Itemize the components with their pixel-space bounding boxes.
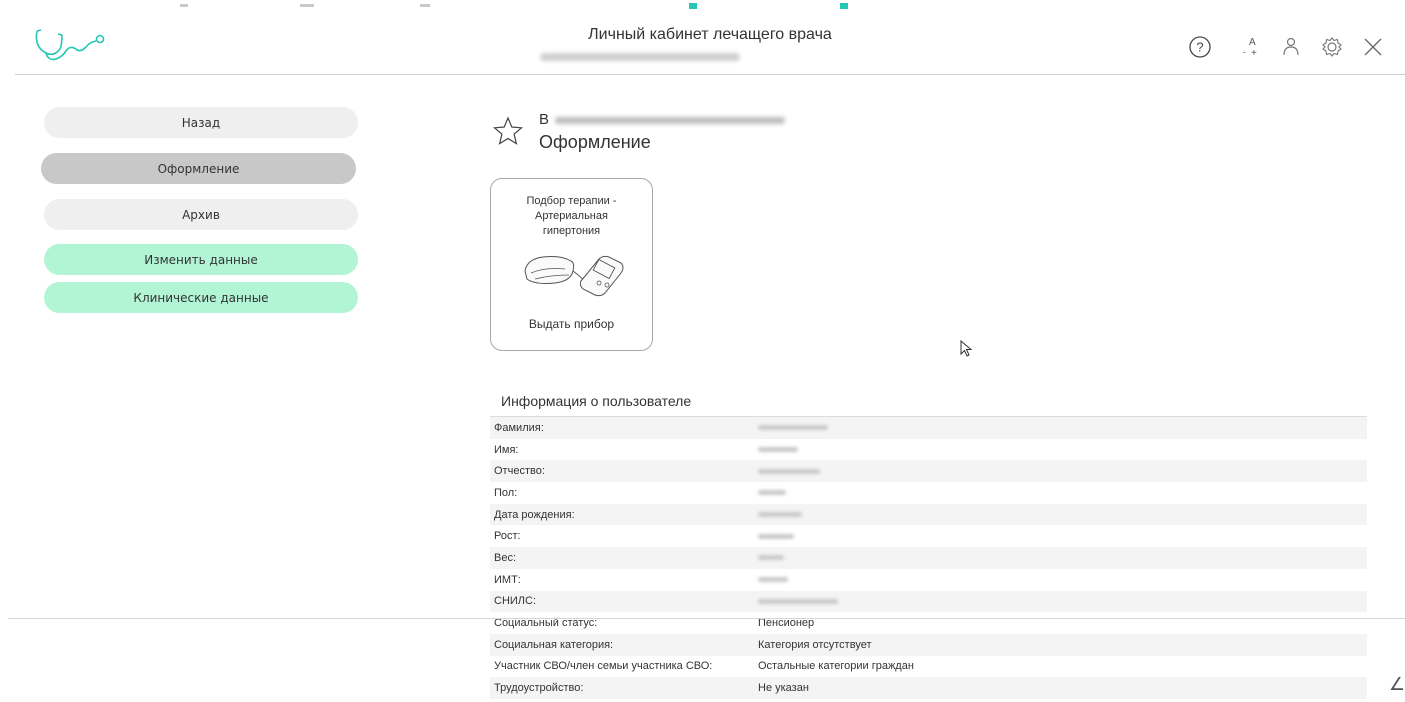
row-label: Имя: — [494, 443, 519, 456]
table-row: Трудоустройство: Не указан — [490, 677, 1367, 699]
edit-data-button[interactable]: Изменить данные — [44, 244, 358, 275]
font-size-icon-minus: - — [1243, 47, 1246, 57]
mouse-cursor-icon — [960, 339, 974, 362]
top-strip — [0, 0, 1405, 14]
header-actions: ? A - + — [1173, 33, 1387, 61]
archive-button[interactable]: Архив — [44, 199, 358, 230]
divider — [8, 618, 1405, 619]
close-icon[interactable] — [1359, 33, 1387, 61]
row-value-redacted — [758, 577, 788, 583]
app-header: Личный кабинет лечащего врача ? A - + — [15, 17, 1405, 75]
therapy-card[interactable]: Подбор терапии - Артериальная гипертония… — [490, 178, 653, 351]
registration-button[interactable]: Оформление — [41, 153, 356, 184]
row-label: Рост: — [494, 530, 521, 543]
sidebar: Назад Оформление Архив Изменить данные К… — [41, 107, 359, 313]
top-strip-mark — [300, 4, 314, 7]
back-button[interactable]: Назад — [44, 107, 358, 138]
row-value-redacted — [758, 490, 786, 496]
font-size-icon-letter: A — [1249, 37, 1256, 48]
settings-icon[interactable] — [1318, 33, 1346, 61]
user-info-table: Фамилия: Имя: Отчество: Пол: Дата рожден… — [490, 416, 1367, 699]
issue-device-label: Выдать прибор — [528, 317, 615, 331]
row-label: ИМТ: — [494, 573, 521, 586]
row-value-redacted — [758, 533, 794, 539]
help-icon-symbol: ? — [1196, 40, 1203, 55]
help-icon[interactable]: ? — [1186, 33, 1214, 61]
table-row: Дата рождения: — [490, 503, 1367, 526]
tonometer-icon — [521, 251, 625, 305]
top-strip-mark — [420, 4, 430, 7]
row-value: Остальные категории граждан — [758, 660, 914, 673]
table-row: ИМТ: — [490, 569, 1367, 591]
row-value-redacted — [758, 555, 784, 561]
row-value-redacted — [758, 512, 802, 518]
user-info-title: Информация о пользователе — [501, 393, 692, 409]
table-row: Участник СВО/член семьи участника СВО: Ос… — [490, 656, 1367, 678]
user-icon[interactable] — [1277, 33, 1305, 61]
row-label: Дата рождения: — [494, 508, 575, 521]
row-value-redacted — [758, 447, 798, 453]
row-label: Участник СВО/член семьи участника СВО: — [494, 660, 713, 673]
row-label: Трудоустройство: — [494, 682, 584, 695]
corner-mark: ∠ — [1388, 674, 1405, 694]
row-value-redacted — [758, 425, 828, 431]
table-row: Рост: — [490, 525, 1367, 547]
row-label: СНИЛС: — [494, 595, 537, 608]
table-row: Фамилия: — [490, 417, 1367, 439]
row-label: Отчество: — [494, 465, 545, 478]
table-row: СНИЛС: — [490, 590, 1367, 613]
table-row: Социальный статус: Пенсионер — [490, 612, 1367, 634]
row-label: Пол: — [494, 486, 518, 499]
row-value: Категория отсутствует — [758, 638, 872, 651]
patient-name: В — [539, 111, 550, 128]
doctor-name-redacted — [540, 53, 740, 61]
table-row: Вес: — [490, 547, 1367, 569]
table-row: Имя: — [490, 439, 1367, 461]
card-title: Подбор терапии - Артериальная гипертония — [526, 195, 617, 237]
row-value-redacted — [758, 468, 820, 474]
row-label: Вес: — [494, 551, 517, 564]
favorite-star-icon[interactable] — [493, 116, 523, 150]
patient-name-redacted — [555, 117, 785, 124]
clinical-data-button[interactable]: Клинические данные — [44, 282, 358, 313]
row-value: Не указан — [758, 682, 809, 695]
top-strip-mark — [180, 4, 188, 7]
patient-section: Оформление — [539, 132, 651, 152]
top-strip-mark — [840, 3, 848, 9]
top-strip-mark — [689, 3, 697, 9]
table-row: Отчество: — [490, 460, 1367, 483]
table-row: Пол: — [490, 482, 1367, 504]
row-value-redacted — [758, 598, 838, 604]
font-size-icon[interactable]: A - + — [1236, 33, 1264, 61]
font-size-icon-plus: + — [1251, 48, 1257, 59]
row-label: Социальная категория: — [494, 638, 614, 651]
row-label: Фамилия: — [494, 421, 544, 434]
table-row: Социальная категория: Категория отсутству… — [490, 633, 1367, 656]
